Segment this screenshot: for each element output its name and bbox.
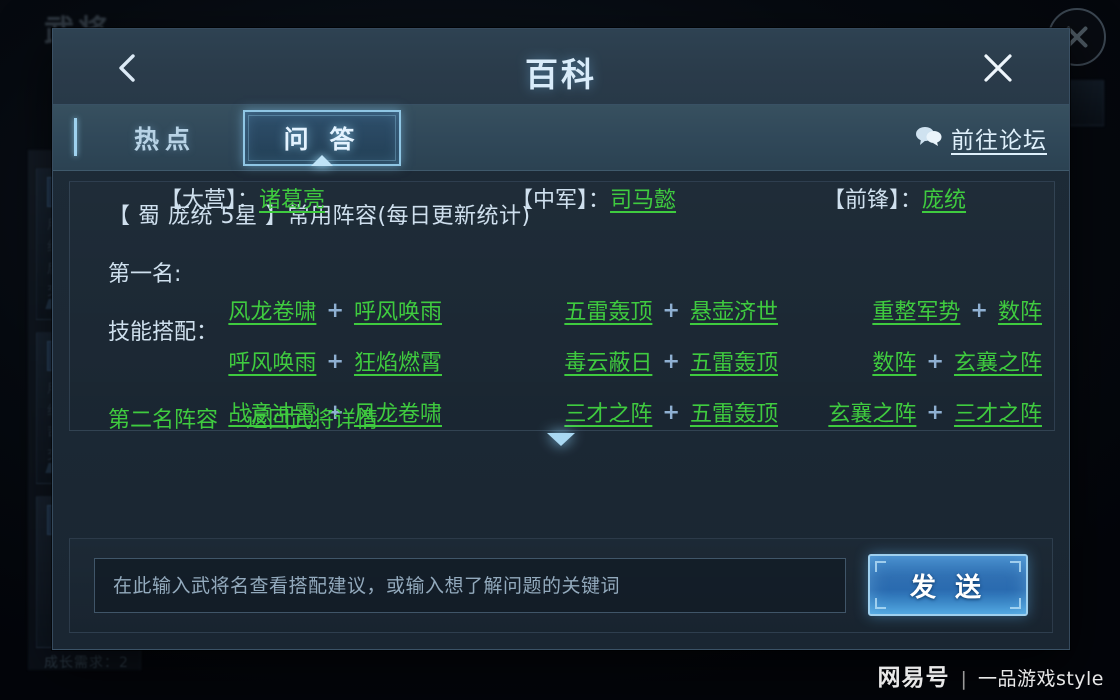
skill-pair-row: 呼风唤雨 + 狂焰燃霄 <box>70 335 478 386</box>
tab-qa[interactable]: 问 答 <box>243 110 401 166</box>
bottom-input-bar: 发 送 <box>69 538 1053 633</box>
skill-link[interactable]: 五雷轰顶 <box>690 396 778 428</box>
send-button-label: 发 送 <box>909 572 987 603</box>
clipped-links-row: 第二名阵容 返回武将详情 <box>108 402 378 430</box>
plus-icon: + <box>970 297 988 322</box>
slot-label: 【前锋】： <box>823 188 923 213</box>
watermark-author: 一品游戏style <box>977 668 1104 690</box>
skill-link[interactable]: 数阵 <box>872 345 916 377</box>
page-title: 百科 <box>525 55 597 94</box>
slot-label: 【中军】： <box>511 188 611 213</box>
slot-line: 【前锋】：庞统 <box>823 182 966 214</box>
skill-link[interactable]: 悬壶济世 <box>690 294 778 326</box>
skill-link[interactable]: 重整军势 <box>872 294 960 326</box>
skill-pair-row: 风龙卷啸 + 呼风唤雨 <box>70 284 478 335</box>
skill-link[interactable]: 数阵 <box>998 294 1042 326</box>
skill-pair-list: 五雷轰顶 + 悬壶济世 毒云蔽日 + 五雷轰顶 三才之阵 + 五雷轰顶 <box>479 284 800 430</box>
skill-pair-row: 三才之阵 + 五雷轰顶 <box>479 386 800 430</box>
tab-hotspot[interactable]: 热点 <box>105 113 225 162</box>
hero-link[interactable]: 诸葛亮 <box>259 188 325 213</box>
skill-link[interactable]: 五雷轰顶 <box>690 345 778 377</box>
search-input[interactable] <box>94 558 846 613</box>
background-footer-note: 成长需求：2 <box>44 655 129 671</box>
slot-line: 【大营】：诸葛亮 <box>160 182 325 214</box>
back-to-hero-detail-link[interactable]: 返回武将详情 <box>246 402 378 430</box>
plus-icon: + <box>662 297 680 322</box>
hero-link[interactable]: 庞统 <box>922 188 966 213</box>
plus-icon: + <box>662 348 680 373</box>
tab-accent-bar <box>74 118 77 156</box>
skill-pair-row: 数阵 + 玄襄之阵 <box>801 335 1054 386</box>
watermark-logo: 网易号 <box>877 665 950 691</box>
watermark: 网易号 | 一品游戏style <box>878 658 1104 692</box>
skill-link[interactable]: 玄襄之阵 <box>828 396 916 428</box>
qa-content-inner: 【 蜀 庞统 5星 】常用阵容(每日更新统计) 第一名: 技能搭配： 【大营】：… <box>70 182 1054 430</box>
skill-pair-row: 玄襄之阵 + 三才之阵 <box>801 386 1054 430</box>
plus-icon: + <box>926 399 944 424</box>
speech-bubble-icon <box>915 125 942 151</box>
corner-ornament <box>875 561 886 572</box>
skill-link[interactable]: 五雷轰顶 <box>564 294 652 326</box>
skill-link[interactable]: 狂焰燃霄 <box>354 345 442 377</box>
close-button[interactable] <box>981 51 1015 85</box>
skill-link[interactable]: 玄襄之阵 <box>954 345 1042 377</box>
skill-link[interactable]: 呼风唤雨 <box>354 294 442 326</box>
corner-ornament <box>1010 598 1021 609</box>
modal-titlebar: 百科 <box>53 29 1069 105</box>
tab-qa-label: 问 答 <box>283 125 361 154</box>
skill-pair-row: 毒云蔽日 + 五雷轰顶 <box>479 335 800 386</box>
skill-pair-list: 重整军势 + 数阵 数阵 + 玄襄之阵 玄襄之阵 + 三才之阵 <box>801 284 1054 430</box>
hero-link[interactable]: 司马懿 <box>610 188 676 213</box>
skill-link[interactable]: 风龙卷啸 <box>228 294 316 326</box>
skill-pair-row: 重整军势 + 数阵 <box>801 284 1054 335</box>
skill-link[interactable]: 毒云蔽日 <box>564 345 652 377</box>
slot-line: 【中军】：司马懿 <box>511 182 676 214</box>
watermark-separator: | <box>960 668 967 690</box>
second-formation-link[interactable]: 第二名阵容 <box>108 402 218 430</box>
forum-link[interactable]: 前往论坛 <box>915 121 1047 155</box>
forum-link-label: 前往论坛 <box>951 128 1047 154</box>
skill-pair-row: 五雷轰顶 + 悬壶济世 <box>479 284 800 335</box>
plus-icon: + <box>926 348 944 373</box>
corner-ornament <box>1010 561 1021 572</box>
tab-bar: 热点 问 答 前往论坛 <box>53 105 1069 171</box>
qa-content-panel: 【 蜀 庞统 5星 】常用阵容(每日更新统计) 第一名: 技能搭配： 【大营】：… <box>69 181 1055 431</box>
plus-icon: + <box>662 399 680 424</box>
encyclopedia-modal: 百科 热点 问 答 前往论坛 【 蜀 庞统 5星 】常用阵容(每日更新统计) 第… <box>52 28 1070 650</box>
skill-link[interactable]: 三才之阵 <box>954 396 1042 428</box>
plus-icon: + <box>326 348 344 373</box>
screen: 武将 用统后交 用统司交 成长需求：2 <box>0 0 1120 700</box>
chevron-down-icon[interactable] <box>547 433 575 446</box>
plus-icon: + <box>326 297 344 322</box>
skill-link[interactable]: 呼风唤雨 <box>228 345 316 377</box>
skill-link[interactable]: 三才之阵 <box>564 396 652 428</box>
send-button[interactable]: 发 送 <box>868 554 1028 616</box>
slot-label: 【大营】： <box>160 188 260 213</box>
corner-ornament <box>875 598 886 609</box>
